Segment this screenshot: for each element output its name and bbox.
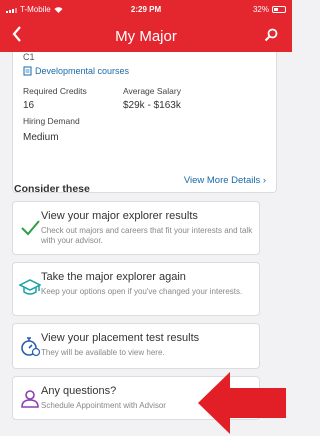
graduation-cap-icon: [19, 279, 41, 295]
battery-info: 32%: [253, 5, 286, 14]
card-title: View your placement test results: [41, 332, 200, 344]
hiring-demand-label: Hiring Demand: [23, 116, 80, 126]
card-title: Take the major explorer again: [41, 271, 186, 283]
required-credits-value: 16: [23, 100, 35, 111]
required-credits-label: Required Credits: [23, 86, 87, 96]
nav-bar: My Major: [0, 20, 292, 52]
card-title: View your major explorer results: [41, 210, 198, 222]
view-more-details-link[interactable]: View More Details ›: [184, 175, 266, 186]
card-subtitle: They will be available to view here.: [41, 348, 165, 357]
search-button[interactable]: [264, 28, 278, 47]
card-title: Any questions?: [41, 385, 117, 397]
checkmark-icon: [21, 220, 40, 236]
developmental-courses-label: Developmental courses: [35, 66, 130, 76]
hiring-demand-value: Medium: [23, 132, 59, 143]
clock: 2:29 PM: [130, 5, 162, 14]
major-code: C1: [23, 52, 35, 62]
average-salary-value: $29k - $163k: [123, 100, 181, 111]
consider-section-title: Consider these: [14, 183, 90, 195]
page-title: My Major: [115, 28, 177, 45]
developmental-courses-link[interactable]: Developmental courses: [23, 66, 129, 76]
major-details-card: C1 Developmental courses Required Credit…: [12, 52, 277, 193]
card-subtitle: Check out majors and careers that fit yo…: [41, 226, 253, 245]
red-pointer-arrow-icon: [198, 372, 286, 434]
battery-percent: 32%: [252, 5, 269, 14]
placement-test-results-card[interactable]: View your placement test results They wi…: [12, 323, 260, 369]
major-explorer-results-card[interactable]: View your major explorer results Check o…: [12, 201, 260, 255]
document-icon: [23, 66, 32, 76]
retake-major-explorer-card[interactable]: Take the major explorer again Keep your …: [12, 262, 260, 316]
battery-icon: [272, 6, 286, 13]
stopwatch-icon: [21, 337, 41, 357]
search-icon: [264, 28, 278, 42]
card-subtitle: Keep your options open if you've changed…: [41, 287, 243, 296]
average-salary-label: Average Salary: [123, 86, 181, 96]
status-bar: T-Mobile 2:29 PM 32%: [0, 0, 292, 20]
person-icon: [21, 390, 39, 408]
